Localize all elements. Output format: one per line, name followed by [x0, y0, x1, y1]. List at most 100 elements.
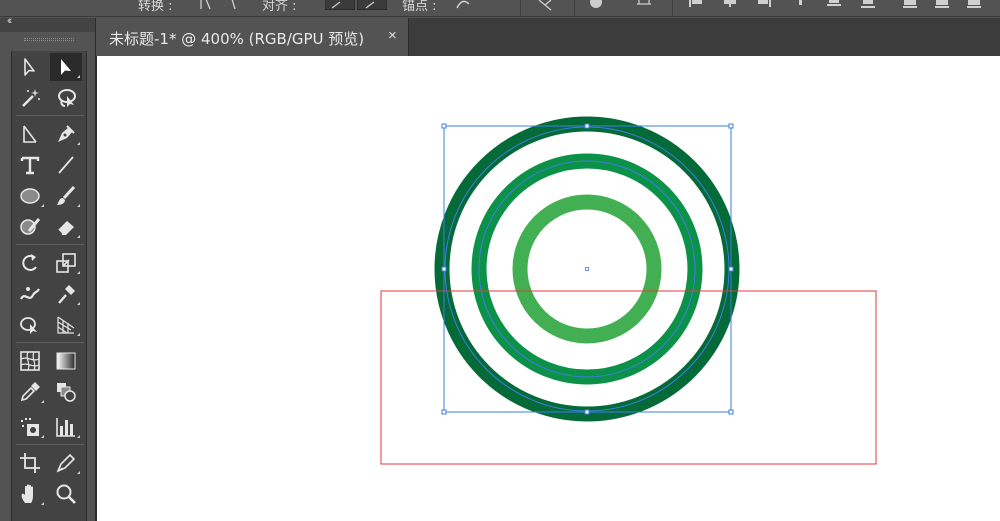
ellipse-tool-icon [20, 188, 40, 204]
align-left-icon[interactable] [688, 0, 704, 12]
rotate-tool-icon [22, 254, 37, 271]
type-tool-icon [20, 156, 40, 175]
line-segment-tool[interactable] [50, 151, 82, 179]
shaper-tool[interactable] [14, 213, 46, 241]
magic-wand-tool[interactable] [14, 84, 46, 112]
tool-flyout-indicator [77, 333, 80, 336]
blend-tool[interactable] [50, 378, 82, 406]
tool-flyout-indicator [77, 302, 80, 305]
selection-tool[interactable] [50, 53, 82, 81]
anchor-convert-icon[interactable] [198, 0, 214, 12]
distribute-bottom-icon[interactable] [966, 0, 982, 12]
hand-tool[interactable] [14, 480, 46, 508]
symbol-tool-icon [21, 418, 39, 436]
anchor-handles-label: 对齐 : [262, 0, 297, 14]
symbol-tool[interactable] [14, 413, 46, 441]
pen-tool[interactable] [50, 120, 82, 148]
remove-anchor-icon[interactable] [455, 0, 471, 12]
tools-panel-header: ‹‹ [0, 15, 95, 32]
mesh-tool-icon [20, 351, 40, 371]
cut-path-icon[interactable] [537, 0, 553, 12]
lasso-tool[interactable] [50, 84, 82, 112]
document-tab-bar: 未标题-1* @ 400% (RGB/GPU 预览) × [95, 18, 1000, 56]
control-bar: 转换 : 对齐 : 锚点 : [0, 0, 1000, 17]
type-tool[interactable] [14, 151, 46, 179]
anchor-point-tool[interactable] [14, 120, 46, 148]
close-tab-icon[interactable]: × [388, 27, 397, 44]
selection-handle[interactable] [728, 123, 734, 129]
paintbrush-tool[interactable] [50, 182, 82, 210]
selection-handle[interactable] [584, 123, 590, 129]
rotate-tool[interactable] [14, 249, 46, 277]
align-right-icon[interactable] [756, 0, 772, 12]
eyedropper-tool-icon [20, 382, 40, 402]
handles-hide-button[interactable] [357, 0, 387, 10]
perspective-grid-tool-icon [57, 316, 75, 334]
distribute-top-icon[interactable] [902, 0, 918, 12]
anchor-smooth-icon[interactable] [226, 0, 242, 12]
distribute-center-icon[interactable] [934, 0, 950, 12]
tool-flyout-indicator [77, 471, 80, 474]
collapse-panel-icon[interactable]: ‹‹ [7, 15, 13, 27]
align-vertical-center-icon[interactable] [826, 0, 842, 12]
selection-tool-icon [61, 59, 71, 75]
artboard-tool-icon [20, 453, 40, 473]
tool-flyout-indicator [41, 435, 44, 438]
mesh-tool[interactable] [14, 347, 46, 375]
selection-handle[interactable] [441, 266, 447, 272]
gradient-tool-icon [56, 352, 76, 370]
artboard-tool[interactable] [14, 449, 46, 477]
eraser-tool-icon [57, 221, 74, 235]
symbol-sprayer-tool[interactable] [50, 280, 82, 308]
shaper-tool-icon [20, 218, 41, 235]
tool-flyout-indicator [41, 400, 44, 403]
tool-group-separator [16, 444, 84, 445]
eraser-tool[interactable] [50, 213, 82, 241]
tool-flyout-indicator [41, 204, 44, 207]
align-bottom-icon[interactable] [860, 0, 876, 12]
zoom-tool-icon [56, 484, 76, 504]
selection-handle[interactable] [441, 123, 447, 129]
perspective-grid-tool[interactable] [50, 311, 82, 339]
zoom-tool[interactable] [50, 480, 82, 508]
gradient-tool[interactable] [50, 347, 82, 375]
tool-flyout-indicator [77, 235, 80, 238]
selection-handle[interactable] [728, 409, 734, 415]
symbol-sprayer-tool-icon [58, 285, 75, 304]
recolor-artwork-icon[interactable] [588, 0, 604, 12]
ellipse-tool[interactable] [14, 182, 46, 210]
tool-flyout-indicator [77, 204, 80, 207]
scale-tool[interactable] [50, 249, 82, 277]
slice-tool[interactable] [50, 449, 82, 477]
puppet-warp-tool[interactable] [14, 280, 46, 308]
selection-handle[interactable] [584, 409, 590, 415]
illustrator-window: 转换 : 对齐 : 锚点 : ‹‹ 未标题-1* @ 400% (RGB/GPU… [0, 0, 1000, 521]
align-horizontal-center-icon[interactable] [722, 0, 738, 12]
selection-handle[interactable] [728, 266, 734, 272]
tool-flyout-indicator [77, 75, 80, 78]
handle-hide-icon [365, 1, 375, 9]
isolate-object-icon[interactable] [636, 0, 652, 12]
selection-handle[interactable] [441, 409, 447, 415]
align-top-icon[interactable] [792, 0, 808, 12]
line-segment-tool-icon [58, 156, 74, 174]
panel-grip[interactable] [24, 38, 74, 41]
blend-tool-icon [57, 383, 76, 402]
column-graph-tool[interactable] [50, 413, 82, 441]
tool-flyout-indicator [77, 142, 80, 145]
scale-tool-icon [56, 253, 76, 273]
eyedropper-tool[interactable] [14, 378, 46, 406]
shape-builder-tool[interactable] [14, 311, 46, 339]
handles-show-button[interactable] [325, 0, 355, 10]
column-graph-tool-icon [56, 418, 75, 437]
paintbrush-tool-icon [57, 185, 76, 205]
slice-tool-icon [56, 453, 76, 473]
control-separator [520, 0, 521, 16]
artwork[interactable] [97, 56, 1000, 521]
document-canvas[interactable] [95, 56, 1000, 521]
transform-label: 转换 : [138, 0, 173, 14]
direct-selection-tool[interactable] [14, 53, 46, 81]
direct-selection-tool-icon [24, 58, 35, 76]
document-tab[interactable]: 未标题-1* @ 400% (RGB/GPU 预览) × [95, 18, 409, 56]
center-point [585, 267, 589, 271]
